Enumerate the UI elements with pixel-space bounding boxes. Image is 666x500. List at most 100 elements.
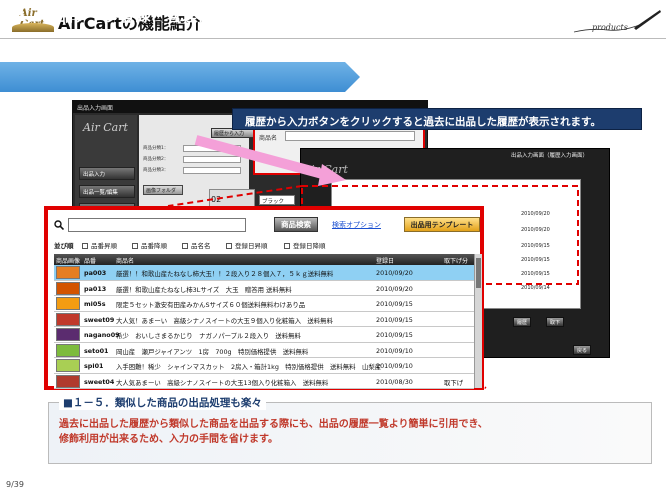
history-date: 2010/09/14 bbox=[521, 285, 550, 291]
row-date: 2010/09/15 bbox=[376, 315, 413, 324]
product-search-button[interactable]: 商品検索 bbox=[274, 217, 318, 232]
history-date: 2010/09/20 bbox=[521, 211, 550, 217]
row-code: spi01 bbox=[84, 362, 104, 370]
table-row[interactable]: pa013 厳選！和歌山産たねなし柿3Lサイズ 大玉 贈答用 送料無料 2010/0… bbox=[54, 280, 474, 296]
sort-date-asc[interactable]: 登録日昇順 bbox=[226, 240, 268, 250]
callout-text: 履歴から入力ボタンをクリックすると過去に出品した履歴が表示されます。 bbox=[245, 116, 601, 128]
form-row-category3: 商品分類3： bbox=[143, 167, 243, 174]
row-code: sweet09 bbox=[84, 315, 115, 324]
table-row[interactable]: sweet09 大人気！あまーい 高級シナノスイートの大玉９個入り化粧箱入 送料無… bbox=[54, 311, 474, 327]
sort-label: 並び順 bbox=[54, 242, 74, 250]
listing-template-button[interactable]: 出品用テンプレート bbox=[404, 217, 480, 232]
product-thumbnail bbox=[56, 343, 80, 357]
search-options-link[interactable]: 検索オプション bbox=[332, 220, 381, 230]
photo-page-number: 02 bbox=[211, 195, 222, 204]
product-name-input[interactable] bbox=[285, 131, 415, 141]
checkbox-icon bbox=[284, 243, 290, 249]
checkbox-icon bbox=[82, 243, 88, 249]
sort-name[interactable]: 品名名 bbox=[182, 240, 211, 250]
product-thumbnail bbox=[56, 328, 80, 341]
product-thumbnail bbox=[56, 312, 80, 326]
history-window-title: 出品入力画面（履歴入力画面） bbox=[511, 153, 589, 159]
table-header: 商品画像 品番 商品名 登録日 取下げ分 bbox=[54, 254, 474, 265]
col-name: 商品名 bbox=[116, 258, 135, 265]
row-date: 2010/09/10 bbox=[376, 346, 413, 355]
history-date: 2010/09/15 bbox=[521, 243, 550, 249]
product-thumbnail bbox=[56, 281, 80, 295]
callout-box: 履歴から入力ボタンをクリックすると過去に出品した履歴が表示されます。 bbox=[232, 108, 642, 130]
feature-description-line: 修飾利用が出来るため、入力の手間を省けます。 bbox=[59, 434, 278, 445]
history-table: 商品画像 品番 商品名 登録日 取下げ分 pa003 厳選！！和歌山産たねなし柿大… bbox=[54, 254, 474, 389]
row-flag: 取下げ bbox=[444, 378, 464, 387]
history-date: 2010/09/15 bbox=[521, 271, 550, 277]
table-row[interactable]: pa003 厳選！！和歌山産たねなし柿大玉！！２段入り２８個入７，５ｋｇ送料無料 2… bbox=[54, 265, 474, 281]
checkbox-icon bbox=[132, 243, 138, 249]
row-name: 大人気！あまーい 高級シナノスイートの大玉９個入り化粧箱入 送料無料 bbox=[116, 316, 333, 325]
history-window-logo: Air Cart bbox=[303, 163, 348, 176]
section-banner bbox=[0, 62, 360, 92]
col-flag: 取下げ分 bbox=[444, 258, 469, 265]
history-list-window: 商品検索 検索オプション 出品用テンプレート 並び順 品番昇順 品番降順 品名名… bbox=[44, 206, 484, 390]
sort-code-asc[interactable]: 品番昇順 bbox=[82, 240, 117, 250]
header-divider bbox=[0, 38, 666, 39]
pen-signature-icon: products bbox=[573, 10, 661, 33]
row-date: 2010/09/20 bbox=[376, 284, 413, 293]
row-code: nagano09 bbox=[84, 331, 120, 339]
row-code: seto01 bbox=[84, 346, 109, 355]
row-date: 2010/09/20 bbox=[376, 269, 413, 277]
row-code: pa013 bbox=[84, 284, 107, 293]
row-date: 2010/08/30 bbox=[376, 377, 413, 386]
col-date: 登録日 bbox=[376, 258, 395, 265]
image-folder-button[interactable]: 画像フォルダ bbox=[143, 185, 183, 195]
table-row[interactable]: sweet04 大人気あまーい 高級シナノスイートの大玉13個入り化粧箱入 送料無… bbox=[54, 373, 474, 389]
feature-description: 過去に出品した履歴から類似した商品を出品する際にも、出品の履歴一覧より簡単に引用… bbox=[59, 417, 649, 447]
history-search-bar: 商品検索 検索オプション 出品用テンプレート bbox=[52, 216, 482, 238]
withdraw-button[interactable]: 取下 bbox=[546, 317, 565, 327]
checkbox-icon bbox=[226, 243, 232, 249]
product-name-label: 商品名 bbox=[259, 135, 278, 142]
back-button[interactable]: 戻る bbox=[573, 345, 592, 355]
sort-code-desc[interactable]: 品番降順 bbox=[132, 240, 167, 250]
row-code: mi05s bbox=[84, 300, 106, 308]
feature-info-box: ■１－５．類似した商品の出品処理も楽々 過去に出品した履歴から類似した商品を出品… bbox=[48, 395, 652, 464]
history-date: 2010/09/20 bbox=[521, 227, 550, 233]
row-name: 限定５セット激安有田産みかんSサイズ６０個送料無料わけあり品 bbox=[116, 301, 306, 309]
row-name: 入手困難！稀少 シャインマスカット 2房入・箱計1kg 特別価格提供 送料無料 … bbox=[116, 363, 382, 371]
table-row[interactable]: mi05s 限定５セット激安有田産みかんSサイズ６０個送料無料わけあり品 2010/… bbox=[54, 296, 474, 312]
row-name: 大人気あまーい 高級シナノスイートの大玉13個入り化粧箱入 送料無料 bbox=[116, 378, 329, 387]
form-row-category1: 商品分類1： bbox=[143, 145, 243, 152]
page-number: 9/39 bbox=[6, 480, 24, 489]
feature-description-line: 過去に出品した履歴から類似した商品を出品する際にも、出品の履歴一覧より簡単に引用… bbox=[59, 419, 488, 430]
form-row-category2: 商品分類2： bbox=[143, 156, 243, 163]
table-row[interactable]: seto01 岡山産 瀬戸ジャイアンツ 1房 700g 特別価格提供 送料無料 20… bbox=[54, 342, 474, 358]
row-date: 2010/09/15 bbox=[376, 300, 413, 308]
nav-list-button[interactable]: 出品一覧/編集 bbox=[79, 185, 135, 198]
table-row[interactable]: spi01 入手困難！稀少 シャインマスカット 2房入・箱計1kg 特別価格提供 … bbox=[54, 358, 474, 374]
signature-text: products bbox=[592, 23, 628, 32]
product-thumbnail bbox=[56, 297, 80, 310]
row-name: 岡山産 瀬戸ジャイアンツ 1房 700g 特別価格提供 送料無料 bbox=[116, 347, 309, 356]
table-scrollbar[interactable] bbox=[474, 254, 482, 388]
col-code: 品番 bbox=[84, 258, 97, 265]
history-date: 2010/09/15 bbox=[521, 257, 550, 263]
row-name: 厳選！！和歌山産たねなし柿大玉！！２段入り２８個入７，５ｋｇ送料無料 bbox=[116, 270, 334, 278]
section-title: 1．出品データ登録・管理機能 bbox=[16, 7, 229, 25]
sort-date-desc[interactable]: 登録日降順 bbox=[284, 240, 326, 250]
scrollbar-thumb[interactable] bbox=[476, 258, 481, 288]
product-thumbnail bbox=[56, 266, 80, 279]
row-code: sweet04 bbox=[84, 377, 115, 386]
col-image: 商品画像 bbox=[56, 258, 81, 265]
sort-options: 並び順 品番昇順 品番降順 品名名 登録日昇順 登録日降順 bbox=[54, 240, 474, 250]
feature-heading: ■１－５．類似した商品の出品処理も楽々 bbox=[59, 395, 266, 410]
nav-entry-button[interactable]: 出品入力 bbox=[79, 167, 135, 180]
table-row[interactable]: nagano09 希少 おいしさまるかじり ナガノパープル２段入り 送料無料 201… bbox=[54, 327, 474, 343]
search-icon bbox=[54, 220, 64, 230]
row-date: 2010/09/10 bbox=[376, 362, 413, 370]
product-thumbnail bbox=[56, 359, 80, 372]
history-button[interactable]: 履歴 bbox=[513, 317, 532, 327]
row-name: 希少 おいしさまるかじり ナガノパープル２段入り 送料無料 bbox=[116, 332, 301, 340]
row-code: pa003 bbox=[84, 269, 107, 277]
color-select[interactable]: ブラック bbox=[259, 195, 295, 205]
search-input[interactable] bbox=[68, 218, 246, 232]
row-date: 2010/09/15 bbox=[376, 331, 413, 339]
